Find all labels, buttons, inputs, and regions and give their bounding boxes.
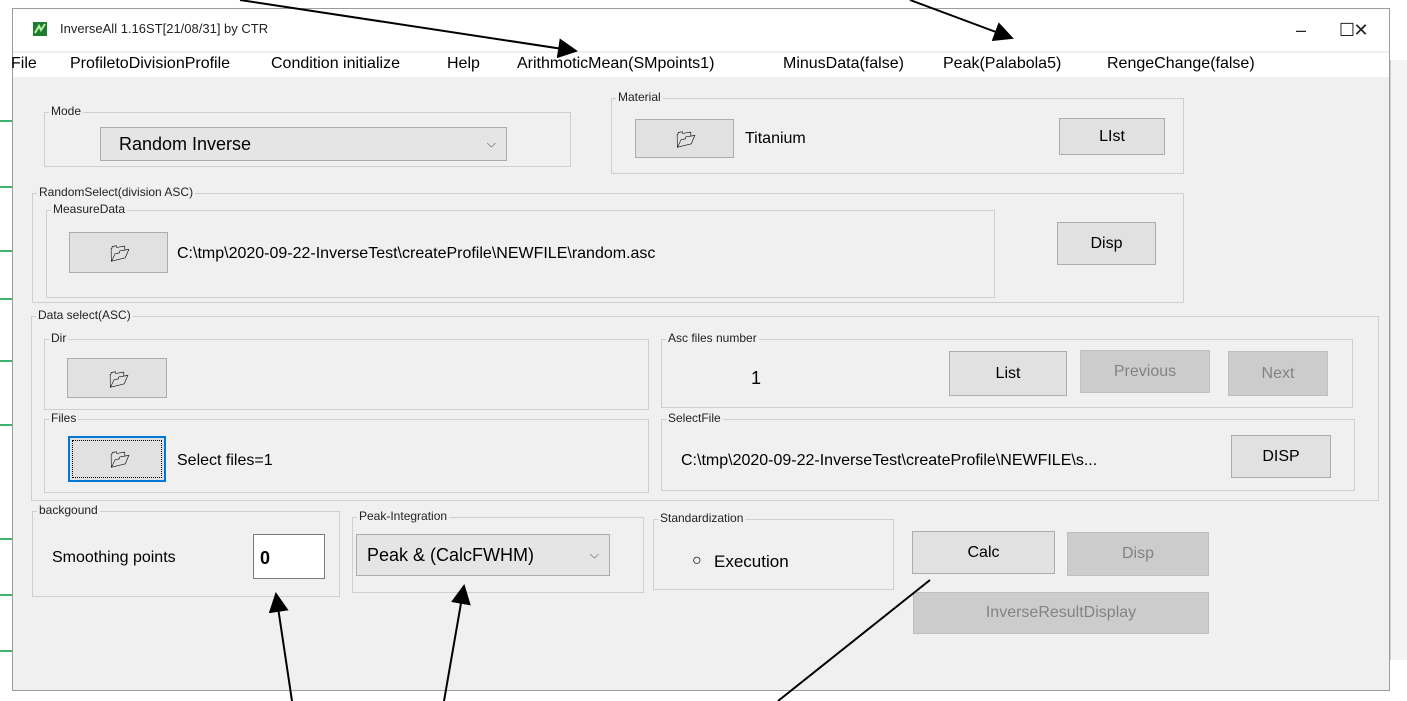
annotation-arrow <box>268 592 293 701</box>
annotation-arrow <box>909 0 1014 42</box>
annotation-line <box>777 579 931 701</box>
annotation-arrow <box>443 584 471 701</box>
annotation-arrows <box>239 0 1014 701</box>
annotation-arrow <box>239 0 578 59</box>
